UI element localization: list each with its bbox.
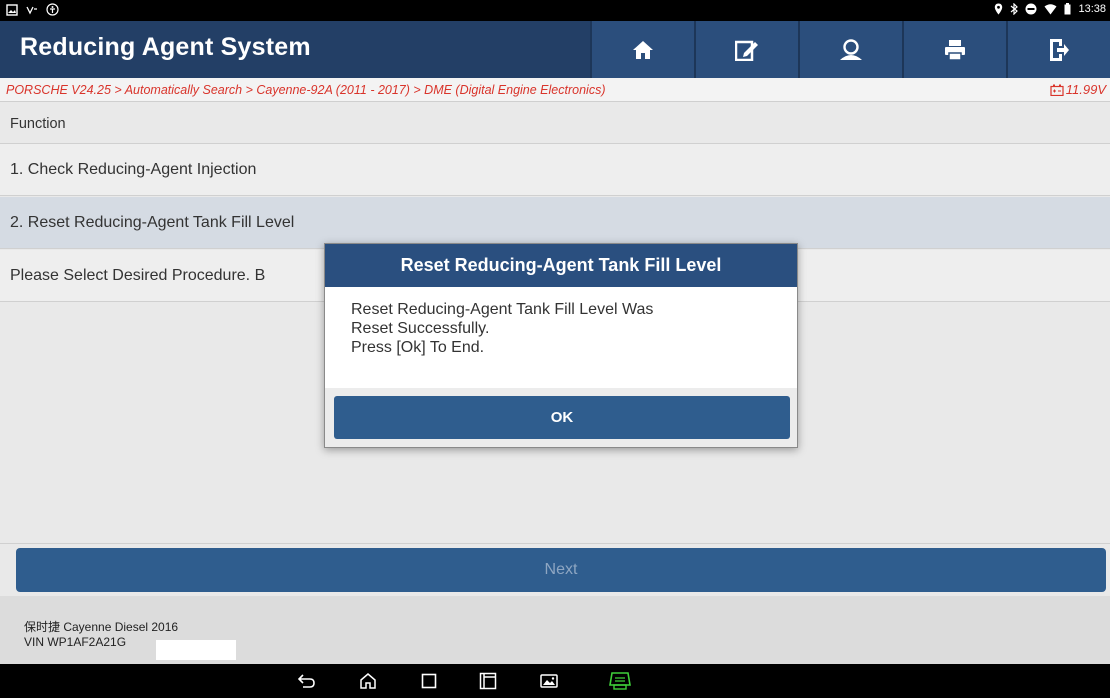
exit-icon	[1050, 38, 1069, 61]
breadcrumb: PORSCHE V24.25 > Automatically Search > …	[0, 78, 1110, 102]
procedure-instruction-text: Please Select Desired Procedure. B	[10, 267, 266, 284]
breadcrumb-path: PORSCHE V24.25 > Automatically Search > …	[6, 83, 606, 97]
status-bar: 13:38	[0, 0, 1110, 21]
dialog-message-line: Reset Reducing-Agent Tank Fill Level Was	[351, 301, 654, 318]
location-icon	[994, 3, 1003, 15]
user-icon	[840, 38, 862, 60]
recents-icon	[421, 673, 437, 689]
bluetooth-icon	[1010, 3, 1019, 15]
dnd-icon	[1025, 3, 1037, 15]
system-nav-bar	[0, 664, 1110, 698]
back-icon	[298, 674, 315, 688]
user-button[interactable]	[798, 21, 902, 78]
print-button[interactable]	[902, 21, 1006, 78]
function-item-reset-fill-level[interactable]: 2. Reset Reducing-Agent Tank Fill Level	[0, 197, 1110, 249]
print-icon	[945, 39, 965, 61]
dialog-title: Reset Reducing-Agent Tank Fill Level	[325, 244, 797, 287]
function-item-label: 2. Reset Reducing-Agent Tank Fill Level	[10, 214, 295, 231]
next-button[interactable]: Next	[16, 548, 1106, 592]
multiwindow-button[interactable]	[477, 671, 499, 691]
home-button[interactable]	[590, 21, 694, 78]
app-header: Reducing Agent System	[0, 21, 1110, 78]
image-notification-icon	[6, 3, 18, 16]
battery-icon	[1064, 3, 1071, 15]
clock: 13:38	[1078, 3, 1106, 15]
page-title: Reducing Agent System	[20, 33, 311, 61]
edit-report-icon	[735, 40, 758, 61]
screenshot-button[interactable]	[538, 671, 560, 691]
dialog-message: Reset Reducing-Agent Tank Fill Level Was…	[351, 300, 653, 357]
vehicle-info: 保时捷 Cayenne Diesel 2016 VIN WP1AF2A21G	[0, 596, 1110, 664]
wifi-icon	[1044, 3, 1057, 15]
list-header-label: Function	[10, 116, 66, 132]
dialog-message-line: Press [Ok] To End.	[351, 339, 485, 356]
function-item-check-injection[interactable]: 1. Check Reducing-Agent Injection	[0, 144, 1110, 196]
vci-connector-icon	[609, 672, 631, 690]
car-battery-icon	[1050, 84, 1064, 96]
battery-voltage: 11.99V	[1050, 82, 1106, 97]
dialog-message-line: Reset Successfully.	[351, 320, 490, 337]
function-item-label: 1. Check Reducing-Agent Injection	[10, 161, 257, 178]
multiwindow-icon	[479, 672, 497, 690]
list-header: Function	[0, 102, 1110, 144]
result-dialog: Reset Reducing-Agent Tank Fill Level Res…	[324, 243, 798, 448]
home-nav-button[interactable]	[357, 671, 379, 691]
vin-redaction	[156, 640, 236, 660]
recents-button[interactable]	[418, 671, 440, 691]
screenshot-icon	[540, 674, 558, 688]
battery-voltage-value: 11.99V	[1065, 82, 1106, 97]
back-button[interactable]	[296, 671, 318, 691]
edit-report-button[interactable]	[694, 21, 798, 78]
signal-app-icon	[26, 4, 38, 16]
home-icon	[633, 40, 653, 59]
ok-button[interactable]: OK	[334, 396, 790, 439]
vci-connection-button[interactable]	[609, 671, 631, 691]
vehicle-name: 保时捷 Cayenne Diesel 2016	[24, 620, 179, 634]
accessibility-icon	[46, 3, 59, 16]
vehicle-vin: VIN WP1AF2A21G	[24, 635, 127, 649]
home-nav-icon	[360, 673, 376, 689]
exit-button[interactable]	[1006, 21, 1110, 78]
dialog-button-area: OK	[325, 388, 797, 447]
